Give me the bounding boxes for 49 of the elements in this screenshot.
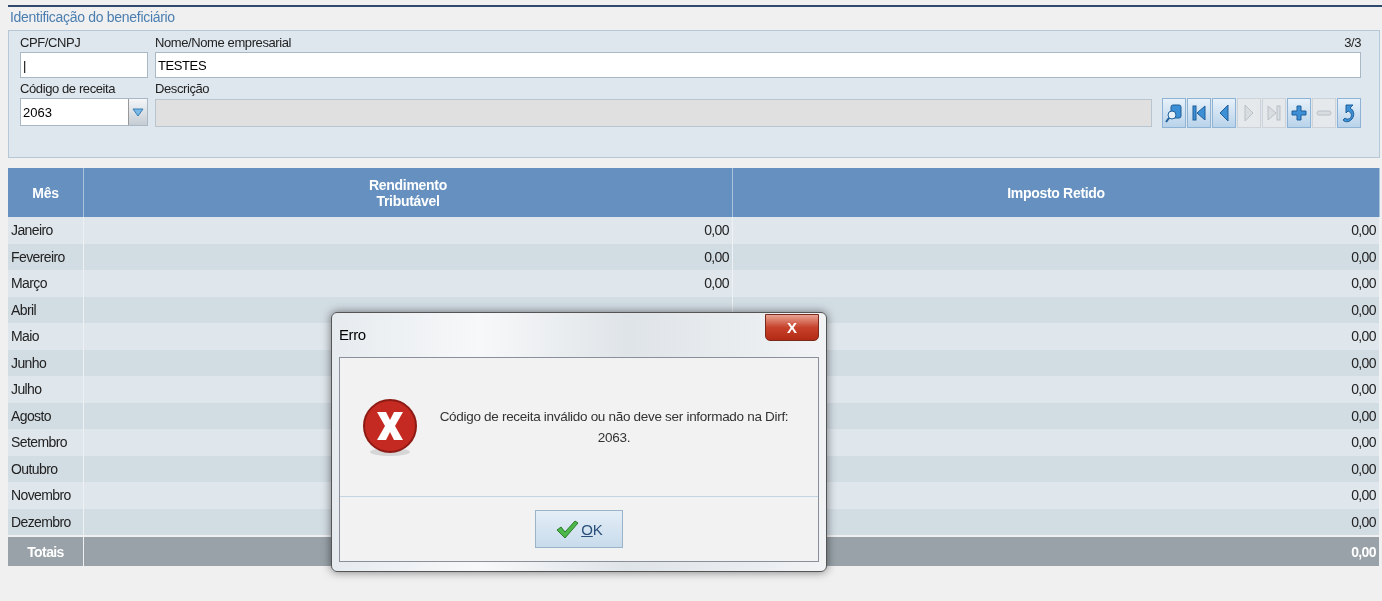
- close-button[interactable]: X: [765, 314, 819, 341]
- plus-icon: [1290, 103, 1308, 123]
- month-cell: Setembro: [8, 429, 84, 456]
- table-cell: 0,00: [1351, 434, 1376, 451]
- skip-last-icon: [1265, 103, 1283, 123]
- record-counter: 3/3: [1344, 35, 1361, 52]
- month-cell: Dezembro: [8, 508, 84, 535]
- search-icon: [1165, 103, 1183, 123]
- table-cell: 0,00: [1351, 301, 1376, 318]
- table-cell: 0,00: [1351, 354, 1376, 371]
- table-cell: 0,00: [704, 222, 729, 239]
- error-icon: [360, 397, 420, 457]
- table-cell: 0,00: [1351, 248, 1376, 265]
- month-cell: Maio: [8, 323, 84, 350]
- totals-label: Totais: [27, 543, 64, 560]
- table-cell: 0,00: [1351, 487, 1376, 504]
- table-cell: 0,00: [1351, 460, 1376, 477]
- ok-button[interactable]: OK: [535, 510, 623, 548]
- dropdown-arrow-icon: [132, 107, 144, 117]
- table-cell: 0,00: [704, 248, 729, 265]
- field-label: CPF/CNPJ: [20, 35, 82, 52]
- table-cell: 0,00: [1351, 328, 1376, 345]
- table-cell: 0,00: [1351, 407, 1376, 424]
- error-message: Código de receita inválido ou não deve ser informado na Dirf: 2063.: [438, 408, 790, 447]
- skip-first-icon: [1190, 103, 1208, 123]
- checkmark-icon: [555, 519, 580, 539]
- name-field[interactable]: TESTES: [155, 52, 1361, 78]
- table-cell: 0,00: [1351, 381, 1376, 398]
- month-cell: Julho: [8, 376, 84, 403]
- month-cell: Março: [8, 270, 84, 297]
- first-button[interactable]: [1187, 98, 1211, 128]
- total-cell: 0,00: [1351, 543, 1376, 560]
- cpf-field[interactable]: |: [20, 52, 148, 78]
- field-label: Código de receita: [20, 81, 117, 98]
- prev-button[interactable]: [1212, 98, 1236, 128]
- section-title: Identificação do beneficiário: [10, 9, 176, 27]
- table-cell: 0,00: [1351, 275, 1376, 292]
- table-cell: 0,00: [1351, 513, 1376, 530]
- field-label: Nome/Nome empresarial: [155, 35, 292, 52]
- table-cell: 0,00: [704, 275, 729, 292]
- month-cell: Novembro: [8, 482, 84, 509]
- add-button[interactable]: [1287, 98, 1311, 128]
- code-dropdown[interactable]: 2063: [20, 98, 148, 126]
- field-label: Descrição: [155, 81, 211, 98]
- month-cell: Janeiro: [8, 217, 84, 244]
- undo-button[interactable]: [1337, 98, 1361, 128]
- table-cell: 0,00: [1351, 222, 1376, 239]
- dialog-title: Erro: [339, 326, 366, 343]
- find-button[interactable]: [1162, 98, 1186, 128]
